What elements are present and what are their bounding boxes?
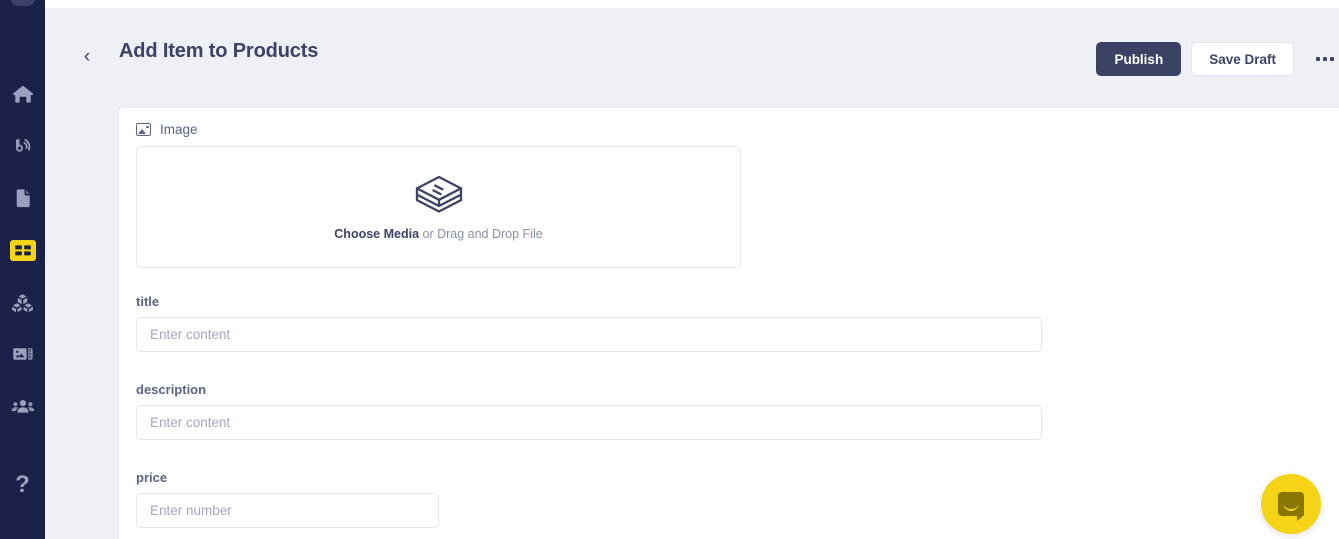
chevron-left-icon: ‹ <box>83 45 91 67</box>
smile-icon <box>1283 503 1299 511</box>
field-price: price <box>136 470 1042 528</box>
page-canvas: ‹ Add Item to Products Publish Save Draf… <box>45 0 1339 539</box>
main-sidebar: ? <box>0 0 45 539</box>
stacked-layers-icon <box>415 175 462 213</box>
home-icon <box>12 85 33 103</box>
more-options-button[interactable] <box>1310 44 1339 74</box>
page-header: ‹ Add Item to Products Publish Save Draf… <box>73 28 1339 90</box>
sidebar-item-tables[interactable] <box>0 224 45 276</box>
sidebar-item-users[interactable] <box>0 380 45 432</box>
sidebar-item-pages[interactable] <box>0 172 45 224</box>
sidebar-item-help-label: ? <box>15 470 30 498</box>
dropzone-caption-suffix: or Drag and Drop File <box>419 227 543 241</box>
kebab-dot <box>1323 57 1327 61</box>
save-draft-button[interactable]: Save Draft <box>1191 42 1294 76</box>
broadcast-icon <box>15 138 30 152</box>
description-input[interactable] <box>136 405 1042 440</box>
page-top-rule <box>45 0 1339 8</box>
brand-logo[interactable] <box>0 0 45 26</box>
field-price-label: price <box>136 470 168 485</box>
document-icon <box>16 189 30 208</box>
publish-button[interactable]: Publish <box>1096 42 1182 76</box>
cubes-icon <box>12 293 33 312</box>
sidebar-item-media[interactable] <box>0 328 45 380</box>
image-icon <box>136 123 151 136</box>
image-field-label-row: Image <box>136 122 198 137</box>
kebab-dot <box>1316 57 1320 61</box>
sidebar-item-home[interactable] <box>0 68 45 120</box>
field-description-label: description <box>136 382 207 397</box>
sidebar-item-tables-active-chip <box>9 239 36 261</box>
header-actions: Publish Save Draft <box>1096 42 1339 76</box>
brand-logo-mark <box>9 0 36 6</box>
price-input[interactable] <box>136 493 439 528</box>
field-title-label: title <box>136 294 160 309</box>
sidebar-item-help[interactable]: ? <box>0 462 45 507</box>
image-field-label: Image <box>160 122 198 137</box>
sidebar-item-broadcast[interactable] <box>0 120 45 172</box>
form-card: Image Choose Media or Drag and Drop File <box>118 107 1339 539</box>
title-input[interactable] <box>136 317 1042 352</box>
chat-bubble-icon <box>1278 492 1304 521</box>
kebab-dot <box>1330 57 1334 61</box>
choose-media-link[interactable]: Choose Media <box>334 227 419 241</box>
table-grid-icon <box>14 244 31 255</box>
intercom-launcher-button[interactable] <box>1261 474 1321 534</box>
users-icon <box>11 400 34 413</box>
field-title: title <box>136 294 1042 352</box>
field-description: description <box>136 382 1042 440</box>
app-root: ? ‹ Add Item to Products Publish Save Dr… <box>0 0 1339 539</box>
media-icon <box>13 348 33 360</box>
sidebar-item-models[interactable] <box>0 276 45 328</box>
back-button[interactable]: ‹ <box>73 42 101 70</box>
image-dropzone[interactable]: Choose Media or Drag and Drop File <box>136 146 741 268</box>
sidebar-nav-list <box>0 68 45 432</box>
page-title: Add Item to Products <box>119 40 319 62</box>
dropzone-caption: Choose Media or Drag and Drop File <box>334 227 542 241</box>
